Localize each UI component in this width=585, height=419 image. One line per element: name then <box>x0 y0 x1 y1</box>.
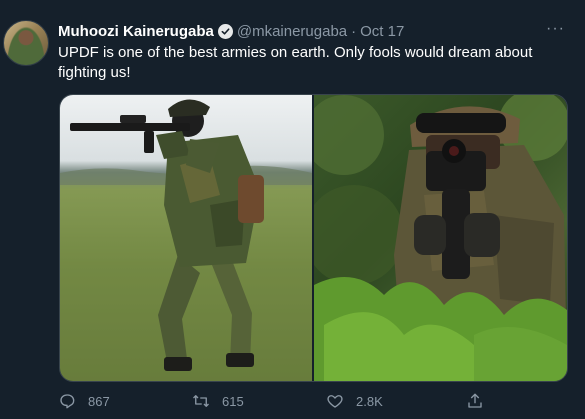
share-button[interactable] <box>466 392 484 410</box>
separator-dot: · <box>351 22 357 40</box>
tweet-header: Muhoozi Kainerugaba @mkainerugaba · Oct … <box>58 21 404 41</box>
like-icon <box>326 392 344 410</box>
like-count: 2.8K <box>356 393 383 409</box>
soldier-aiming-rifle-image <box>60 99 312 381</box>
media-photo-2[interactable] <box>314 95 567 381</box>
share-icon <box>466 392 484 410</box>
tweet-media[interactable] <box>59 94 568 382</box>
tweet-text: UPDF is one of the best armies on earth.… <box>58 44 533 81</box>
retweet-count: 615 <box>222 393 244 409</box>
retweet-icon <box>192 392 210 410</box>
avatar[interactable] <box>3 20 49 66</box>
reply-icon <box>58 392 76 410</box>
tweet[interactable]: Muhoozi Kainerugaba @mkainerugaba · Oct … <box>0 0 585 419</box>
display-name[interactable]: Muhoozi Kainerugaba <box>58 23 214 40</box>
reply-button[interactable]: 867 <box>58 392 110 410</box>
like-button[interactable]: 2.8K <box>326 392 383 410</box>
soldier-closeup-rifle-image <box>314 95 567 381</box>
verified-badge-icon <box>217 23 233 39</box>
more-options-button[interactable]: ··· <box>546 20 565 38</box>
tweet-timestamp[interactable]: Oct 17 <box>360 23 404 40</box>
user-handle[interactable]: @mkainerugaba <box>237 23 347 40</box>
media-photo-1[interactable] <box>60 95 312 381</box>
reply-count: 867 <box>88 393 110 409</box>
tweet-actions: 867 615 2.8K <box>58 392 538 414</box>
retweet-button[interactable]: 615 <box>192 392 244 410</box>
